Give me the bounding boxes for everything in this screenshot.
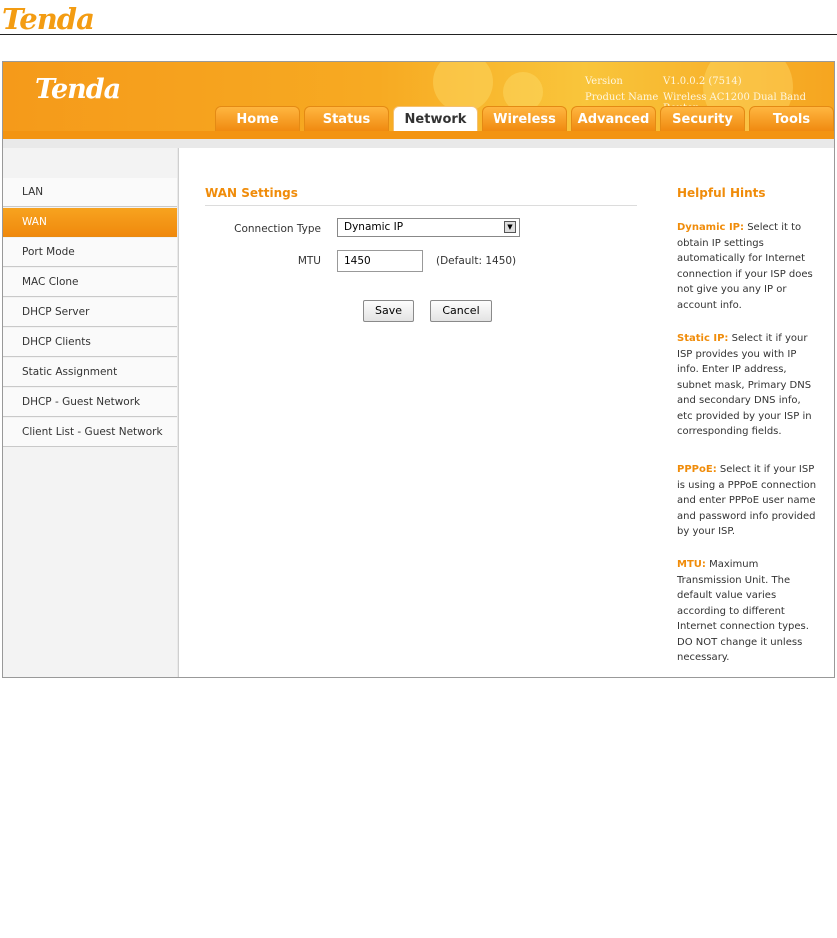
sidebar-item-wan[interactable]: WAN: [3, 208, 177, 237]
header-banner: Tenda Version V1.0.0.2 (7514) Product Na…: [3, 62, 834, 132]
connection-type-select[interactable]: Dynamic IP ▼: [337, 218, 520, 237]
main-panel: WAN Settings Connection Type Dynamic IP …: [178, 148, 660, 677]
mtu-default-hint: (Default: 1450): [436, 255, 517, 267]
tab-home[interactable]: Home: [215, 106, 300, 131]
hint-term: Static IP:: [677, 333, 729, 344]
save-button[interactable]: Save: [363, 300, 414, 322]
sidebar-item-port-mode[interactable]: Port Mode: [3, 238, 177, 267]
hint-text: Select it if your ISP provides you with …: [677, 333, 812, 437]
sidebar-item-mac-clone[interactable]: MAC Clone: [3, 268, 177, 297]
document-rule: [0, 34, 837, 35]
hint-static-ip: Static IP: Select it if your ISP provide…: [677, 331, 817, 440]
mtu-label: MTU: [297, 255, 321, 267]
sidebar-item-dhcp-guest-network[interactable]: DHCP - Guest Network: [3, 388, 177, 417]
tab-wireless[interactable]: Wireless: [482, 106, 567, 131]
sidebar: LAN WAN Port Mode MAC Clone DHCP Server …: [3, 148, 177, 677]
helpful-hints-panel: Helpful Hints Dynamic IP: Select it to o…: [659, 148, 834, 677]
chevron-down-icon[interactable]: ▼: [504, 221, 516, 233]
connection-type-label: Connection Type: [234, 223, 321, 235]
hints-title: Helpful Hints: [677, 186, 766, 200]
title-divider: [205, 205, 637, 206]
hint-term: Dynamic IP:: [677, 222, 744, 233]
cancel-button[interactable]: Cancel: [430, 300, 492, 322]
document-logo: Tenda: [2, 2, 95, 36]
router-admin-window: Tenda Version V1.0.0.2 (7514) Product Na…: [2, 61, 835, 678]
product-name-label: Product Name: [585, 92, 659, 103]
version-label: Version: [585, 76, 623, 87]
hint-text: Select it to obtain IP settings automati…: [677, 222, 813, 311]
sidebar-item-client-list-guest-network[interactable]: Client List - Guest Network: [3, 418, 177, 447]
sidebar-item-static-assignment[interactable]: Static Assignment: [3, 358, 177, 387]
hint-term: PPPoE:: [677, 464, 717, 475]
hint-term: MTU:: [677, 559, 706, 570]
hint-mtu: MTU: Maximum Transmission Unit. The defa…: [677, 557, 817, 666]
hint-text: Maximum Transmission Unit. The default v…: [677, 559, 809, 663]
tab-status[interactable]: Status: [304, 106, 389, 131]
hint-dynamic-ip: Dynamic IP: Select it to obtain IP setti…: [677, 220, 817, 313]
tab-tools[interactable]: Tools: [749, 106, 834, 131]
brand-logo: Tenda: [35, 74, 121, 105]
header-underline: [3, 131, 834, 139]
mtu-input[interactable]: 1450: [337, 250, 423, 272]
sidebar-item-lan[interactable]: LAN: [3, 178, 177, 207]
sidebar-item-dhcp-server[interactable]: DHCP Server: [3, 298, 177, 327]
version-value: V1.0.0.2 (7514): [663, 76, 742, 87]
tab-security[interactable]: Security: [660, 106, 745, 131]
sidebar-item-dhcp-clients[interactable]: DHCP Clients: [3, 328, 177, 357]
tab-advanced[interactable]: Advanced: [571, 106, 656, 131]
connection-type-value: Dynamic IP: [344, 221, 404, 233]
tab-network[interactable]: Network: [393, 106, 478, 131]
hint-pppoe: PPPoE: Select it if your ISP is using a …: [677, 462, 817, 540]
decor-bubble: [433, 62, 493, 112]
page-title: WAN Settings: [205, 186, 298, 200]
